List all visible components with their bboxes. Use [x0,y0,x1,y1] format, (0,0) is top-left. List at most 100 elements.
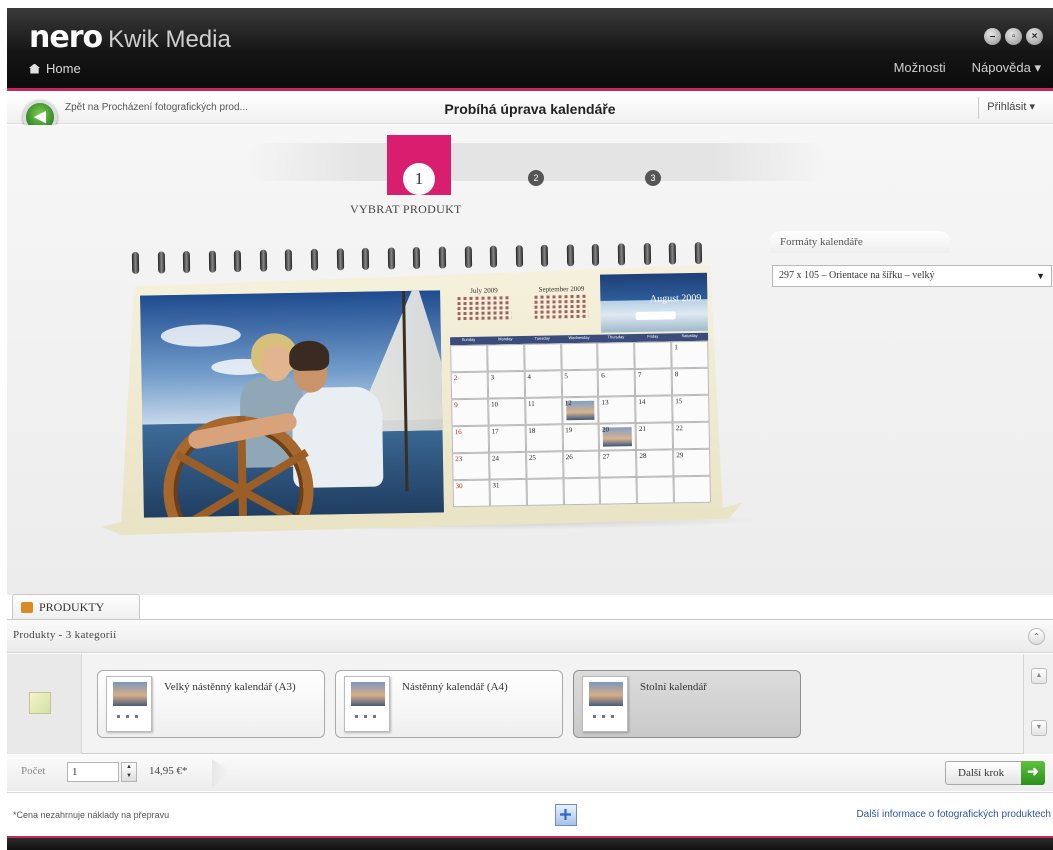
products-list: Velký nástěnný kalendář (A3) Nástěnný ka… [7,654,1053,754]
day-cell[interactable]: 17 [488,424,526,453]
step-1-active[interactable]: 1 [387,135,451,195]
spiral-ring [234,250,242,273]
day-cell[interactable]: 25 [525,451,564,479]
day-number: 4 [527,372,532,381]
day-cell[interactable]: 30 [452,479,490,508]
day-cell[interactable] [673,475,711,504]
mini-month-next: September 2009 [530,285,593,331]
day-cell[interactable] [523,343,562,371]
mini-months: July 2009 September 2009 [445,285,601,333]
spiral-ring [361,247,370,270]
day-number: 13 [601,398,609,407]
scroll-down-icon[interactable]: ▼ [1031,720,1047,736]
day-number: 28 [639,451,647,460]
day-cell[interactable] [563,477,601,506]
day-cell[interactable]: 10 [487,397,526,426]
day-cell[interactable] [636,476,675,504]
day-number: 2 [453,374,458,383]
day-cell[interactable]: 6 [598,369,636,397]
day-cell[interactable]: 22 [672,421,711,450]
accent-line [7,88,1053,91]
month-grid: Sunday Monday Tuesday Wednesday Thursday Frid… [450,332,711,508]
day-cell[interactable]: 3 [487,370,525,399]
spiral-ring [464,246,472,269]
menu-options[interactable]: Možnosti [894,60,946,76]
day-cell[interactable]: 9 [451,398,489,427]
day-cell[interactable]: 2 [450,371,488,400]
day-cell[interactable]: 31 [489,478,527,507]
day-cell[interactable] [597,342,635,370]
quantity-stepper[interactable]: ▲ ▼ [121,762,137,782]
day-cell[interactable]: 12 [561,396,599,425]
restore-icon[interactable]: ▫ [1005,28,1022,45]
day-cell[interactable]: 14 [635,395,673,423]
step-2[interactable]: 2 [528,170,544,186]
products-tab[interactable]: PRODUKTY [12,594,140,620]
day-cell[interactable]: 27 [599,449,637,478]
spiral-ring [182,250,191,274]
home-link[interactable]: Home [29,61,81,76]
minimize-icon[interactable]: – [984,28,1001,45]
products-header: Produkty - 3 kategorií ⌃ [7,619,1053,653]
collapse-icon[interactable]: ⌃ [1028,628,1045,645]
nav-bar: ◀ Zpět na Procházení fotografických prod… [7,94,1053,134]
day-cell[interactable] [487,343,525,372]
day-cell[interactable]: 26 [562,450,600,479]
calendar-photo[interactable] [140,290,444,518]
home-icon [29,63,40,74]
menu-help[interactable]: Nápověda ▾ [972,60,1041,76]
product-card-a4[interactable]: Nástěnný kalendář (A4) [335,670,563,738]
day-cell[interactable]: 7 [634,368,673,396]
month-header-photo[interactable]: August 2009 [599,272,708,333]
day-cell[interactable]: 1 [671,340,709,369]
next-step-button[interactable]: Další krok ➜ [945,761,1045,785]
day-cell[interactable] [560,342,599,371]
day-cell[interactable]: 11 [524,397,563,425]
product-card-a3[interactable]: Velký nástěnný kalendář (A3) [97,670,325,738]
day-cell[interactable]: 4 [524,370,562,398]
day-cell[interactable]: 24 [488,451,527,480]
day-cell[interactable]: 16 [451,425,489,454]
day-cell[interactable] [634,341,672,370]
day-cell[interactable]: 29 [673,448,711,477]
day-cell[interactable]: 8 [671,367,710,396]
close-icon[interactable]: × [1026,28,1043,45]
day-cell[interactable]: 21 [635,422,674,450]
day-number: 3 [490,373,495,382]
day-cell[interactable]: 18 [525,424,563,452]
brand-nero: nero [29,20,103,55]
spiral-ring [694,242,702,265]
scroll-up-icon[interactable]: ▲ [1031,668,1047,684]
day-cell[interactable]: 19 [562,423,600,452]
day-cell[interactable] [526,478,564,506]
day-cell[interactable]: 5 [561,369,599,398]
shipping-note: *Cena nezahrnuje náklady na přepravu [13,810,170,820]
spiral-ring [566,244,574,267]
day-number: 25 [528,453,536,462]
spiral-ring [259,249,268,272]
day-cell[interactable]: 28 [636,449,674,477]
product-card-desk[interactable]: Stolní kalendář [573,670,801,738]
add-photo-icon[interactable] [555,804,577,826]
day-number: 14 [638,397,646,406]
step-3[interactable]: 3 [645,170,661,186]
day-cell[interactable]: 20 [598,422,637,451]
day-cell[interactable]: 15 [672,394,710,423]
day-cell[interactable] [599,476,638,505]
mini-month-prev-title: July 2009 [470,286,498,295]
quantity-field[interactable]: 1 [67,762,119,782]
login-menu[interactable]: Přihlásit ▾ [978,97,1043,119]
day-number: 18 [528,426,536,435]
day-cell[interactable]: 13 [598,395,636,424]
more-info-link[interactable]: Další informace o fotografických produkt… [856,809,1051,820]
day-cell[interactable]: 23 [452,452,490,481]
step-label: VYBRAT PRODUKT [350,202,462,216]
month-title: August 2009 [649,292,702,305]
spiral-ring [310,248,319,271]
mini-month-lines [531,294,593,319]
format-dropdown[interactable]: 297 x 105 – Orientace na šířku – velký ▼ [772,265,1052,287]
folder-icon[interactable] [29,692,51,714]
product-thumbnail [582,676,628,732]
spiral-ring [285,249,293,272]
day-cell[interactable] [450,344,488,373]
